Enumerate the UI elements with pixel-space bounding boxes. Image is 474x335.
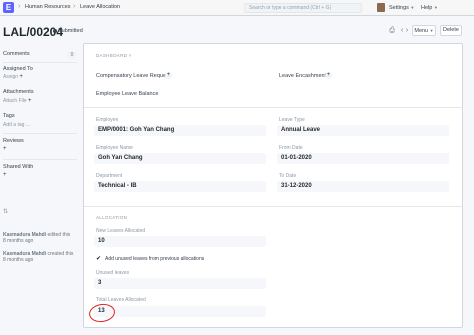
delete-button[interactable]: Delete	[440, 25, 462, 36]
comments-count: 0	[68, 51, 76, 59]
dashboard-label: DASHBOARD	[96, 53, 128, 58]
help-menu[interactable]: Help ▼	[421, 5, 438, 11]
allocation-section-heading: ALLOCATION	[96, 215, 128, 220]
add-leave-encashment-icon[interactable]: +	[325, 72, 332, 79]
caret-down-icon: ▼	[410, 5, 415, 10]
top-navbar: E › Human Resources › Leave Allocation S…	[0, 0, 474, 16]
add-review-icon[interactable]: +	[3, 146, 7, 152]
leave-encashment-label[interactable]: Leave Encashment	[279, 73, 326, 79]
activity-time: 8 months ago	[3, 238, 34, 244]
divider	[3, 62, 77, 63]
settings-label: Settings	[389, 5, 409, 11]
assign-link[interactable]: Assign +	[3, 74, 23, 80]
unused-leaves-label: Unused leaves	[96, 270, 130, 276]
next-icon[interactable]: ›	[402, 26, 412, 36]
activity-action: created this	[47, 251, 74, 257]
attach-file-label: Attach File	[3, 98, 27, 104]
search-input[interactable]: Search or type a command (Ctrl + G)	[244, 3, 362, 13]
leave-allocation-form: DASHBOARD ˄ Compensatory Leave Request +…	[83, 43, 463, 328]
shared-with-heading: Shared With	[3, 164, 34, 170]
menu-label: Menu	[414, 28, 429, 34]
employee-field[interactable]: EMP/0001: Goh Yan Chang	[94, 125, 266, 136]
caret-down-icon: ▼	[429, 28, 434, 33]
help-label: Help	[421, 5, 433, 11]
divider	[3, 133, 77, 134]
add-tag-link[interactable]: Add a tag ...	[3, 122, 30, 128]
from-date-field[interactable]: 01-01-2020	[277, 153, 449, 164]
from-date-label: From Date	[279, 145, 303, 151]
caret-down-icon: ▼	[433, 5, 438, 10]
new-leaves-field[interactable]: 10	[94, 236, 266, 247]
chevron-up-icon: ˄	[128, 53, 132, 58]
employee-label: Employee	[96, 117, 119, 123]
divider	[3, 159, 77, 160]
breadcrumb-human-resources[interactable]: Human Resources	[25, 4, 71, 10]
menu-button[interactable]: Menu ▼	[412, 25, 436, 36]
avatar[interactable]	[377, 3, 385, 12]
breadcrumb-leave-allocation[interactable]: Leave Allocation	[80, 4, 120, 10]
print-icon[interactable]: ⎙	[387, 26, 397, 36]
employee-leave-balance-label[interactable]: Employee Leave Balance	[96, 91, 158, 97]
employee-name-field[interactable]: Goh Yan Chang	[94, 153, 266, 164]
activity-time: 8 months ago	[3, 257, 34, 263]
assign-label: Assign	[3, 74, 19, 80]
share-arrow-icon: ⇅	[3, 209, 9, 215]
leave-type-field[interactable]: Annual Leave	[277, 125, 449, 136]
to-date-label: To Date	[279, 173, 297, 179]
plus-icon: +	[19, 74, 23, 80]
tags-heading: Tags	[3, 113, 15, 119]
attachments-heading: Attachments	[3, 89, 34, 95]
chevron-right-icon: ›	[18, 3, 21, 10]
activity-action: edited this	[47, 232, 71, 238]
employee-name-label: Employee Name	[96, 145, 133, 151]
comments-heading: Comments	[3, 51, 30, 57]
add-unused-label: Add unused leaves from previous allocati…	[105, 256, 205, 262]
attach-file-link[interactable]: Attach File +	[3, 98, 32, 104]
chevron-right-icon: ›	[73, 3, 76, 10]
status-indicator	[53, 29, 57, 33]
section-divider	[84, 107, 462, 108]
total-leaves-field[interactable]: 13	[94, 306, 266, 317]
total-leaves-label: Total Leaves Allocated	[96, 297, 146, 303]
add-unused-checkbox[interactable]: ✔	[96, 256, 102, 262]
status-badge: Submitted	[58, 28, 83, 34]
leave-type-label: Leave Type	[279, 117, 305, 123]
annotation-circle	[87, 302, 117, 324]
assigned-to-heading: Assigned To	[3, 66, 33, 72]
dashboard-section-heading[interactable]: DASHBOARD ˄	[96, 53, 132, 58]
reviews-heading: Reviews	[3, 138, 24, 144]
to-date-field[interactable]: 31-12-2020	[277, 181, 449, 192]
add-comp-leave-request-icon[interactable]: +	[165, 72, 172, 79]
settings-menu[interactable]: Settings ▼	[389, 5, 414, 11]
share-icon[interactable]: +	[3, 172, 7, 178]
section-divider	[84, 206, 462, 207]
activity-item: Kasmadura Mahdi edited this 8 months ago	[3, 232, 70, 244]
department-label: Department	[96, 173, 123, 179]
new-leaves-label: New Leaves Allocated	[96, 228, 146, 234]
department-field[interactable]: Technical - IB	[94, 181, 266, 192]
app-logo[interactable]: E	[3, 2, 14, 13]
plus-icon: +	[28, 98, 32, 104]
comp-leave-request-label[interactable]: Compensatory Leave Request	[96, 73, 170, 79]
activity-item: Kasmadura Mahdi created this 8 months ag…	[3, 251, 73, 263]
unused-leaves-field[interactable]: 3	[94, 278, 266, 289]
